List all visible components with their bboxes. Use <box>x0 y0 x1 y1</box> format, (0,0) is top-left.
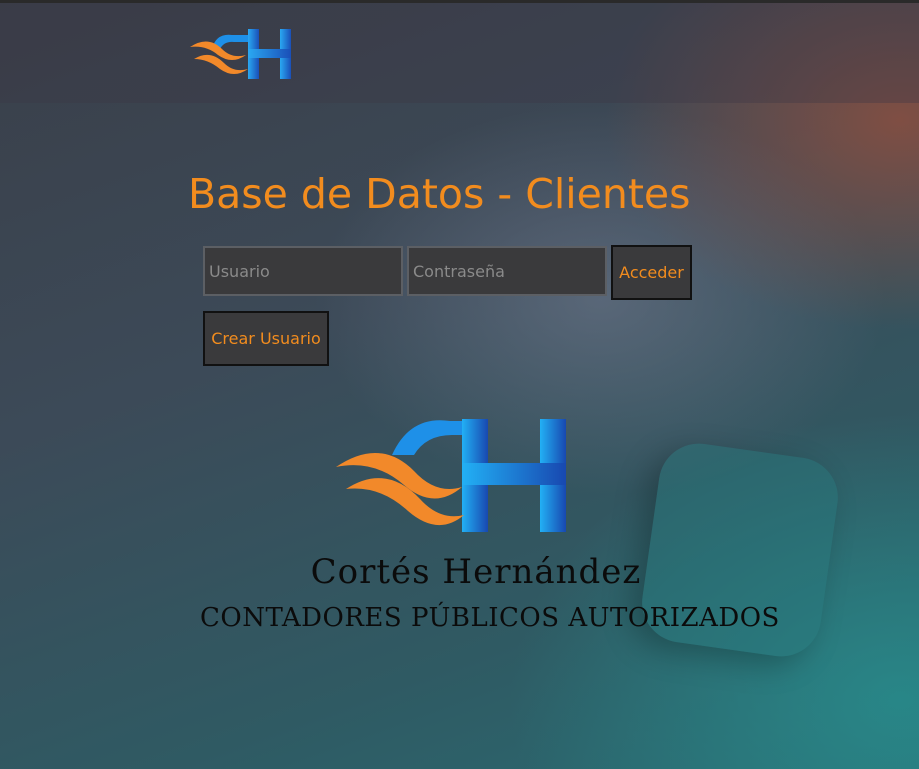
username-input[interactable] <box>203 246 403 296</box>
create-user-button[interactable]: Crear Usuario <box>203 311 329 366</box>
page-title: Base de Datos - Clientes <box>188 170 691 218</box>
header-bar <box>0 3 919 103</box>
company-name: Cortés Hernández <box>310 552 642 592</box>
company-tagline: CONTADORES PÚBLICOS AUTORIZADOS <box>200 603 780 633</box>
ch-logo-icon <box>336 419 566 532</box>
password-input[interactable] <box>407 246 607 296</box>
login-button[interactable]: Acceder <box>611 245 692 300</box>
ch-logo-icon <box>190 29 291 79</box>
